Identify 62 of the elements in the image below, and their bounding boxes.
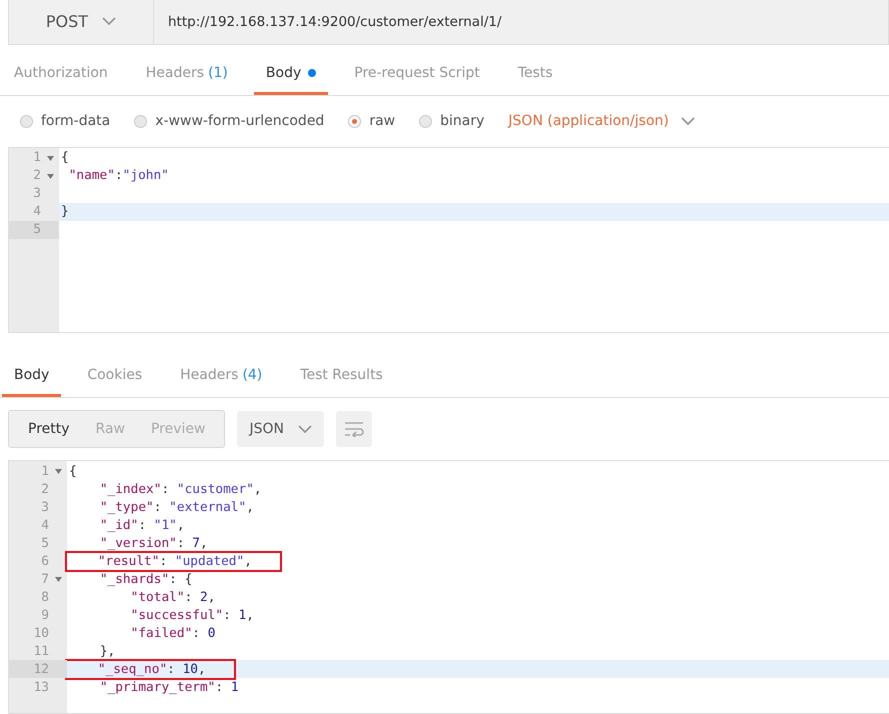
line-number: 1: [9, 148, 59, 167]
content-type-dropdown[interactable]: JSON (application/json): [508, 113, 695, 130]
line-number: 12: [9, 660, 67, 678]
radio-label: x-www-form-urlencoded: [155, 113, 324, 130]
fold-icon[interactable]: [47, 156, 54, 161]
radio-label: form-data: [41, 113, 110, 130]
wrap-button[interactable]: [336, 411, 372, 448]
radio-button[interactable]: [348, 114, 362, 128]
radio-label: raw: [369, 113, 396, 130]
line-number: 10: [32, 624, 50, 642]
radio-label: binary: [440, 113, 484, 130]
line-number: 9: [40, 606, 50, 624]
fold-icon[interactable]: [55, 577, 62, 582]
wrap-icon: [344, 421, 364, 438]
request-tab[interactable]: Headers (1): [134, 54, 240, 96]
line-number: 11: [32, 642, 50, 660]
request-tab[interactable]: Body: [254, 54, 328, 96]
response-tab[interactable]: Cookies: [75, 356, 154, 398]
response-tab[interactable]: Test Results: [288, 356, 395, 398]
code-line: "total": 2,: [130, 588, 216, 606]
fold-icon[interactable]: [55, 469, 62, 474]
view-mode-option[interactable]: Raw: [82, 421, 138, 438]
code-line: "_shards": {: [98, 570, 194, 588]
request-tab[interactable]: Authorization: [2, 54, 120, 96]
line-number: 3: [40, 498, 50, 516]
fold-icon[interactable]: [47, 174, 54, 179]
view-mode-option[interactable]: Preview: [138, 421, 218, 438]
request-tab[interactable]: Tests: [506, 54, 565, 96]
response-tab[interactable]: Body: [2, 356, 62, 398]
caret-icon: [298, 424, 312, 434]
line-number: 4: [32, 203, 42, 221]
code-line: "successful": 1,: [130, 606, 255, 624]
line-number: 6: [40, 552, 50, 570]
code-line: "_id": "1",: [98, 516, 186, 534]
line-number: 5: [40, 534, 50, 552]
line-number: 3: [32, 185, 42, 203]
line-number: 2: [40, 480, 50, 498]
request-tab[interactable]: Pre-request Script: [342, 54, 492, 96]
line-number: 13: [32, 678, 50, 696]
code-line: "_primary_term": 1: [98, 678, 240, 696]
response-tab[interactable]: Headers (4): [168, 356, 274, 398]
line-number: 7: [9, 570, 67, 588]
code-line: "_index": "customer",: [98, 480, 263, 498]
radio-button[interactable]: [134, 114, 148, 128]
line-number: 2: [9, 166, 59, 185]
format-dropdown[interactable]: JSON: [237, 411, 324, 448]
radio-button[interactable]: [419, 114, 432, 128]
code-line: "failed": 0: [130, 624, 216, 642]
caret-icon: [680, 116, 695, 126]
code-line: "_version": 7,: [98, 534, 209, 552]
code-line: },: [98, 642, 116, 660]
request-body-editor[interactable]: 1 2 3 4 5 { "name":"john" }: [8, 146, 889, 333]
code-line: {: [68, 462, 78, 480]
radio-button[interactable]: [20, 114, 33, 128]
code-line: "_type": "external",: [98, 498, 255, 516]
line-number: 1: [9, 462, 67, 480]
line-number: 4: [40, 516, 50, 534]
line-number: 5: [9, 220, 59, 239]
code-line: "name":"john": [68, 167, 170, 185]
code-line: {: [60, 149, 70, 167]
line-number: 8: [40, 588, 50, 606]
view-mode-option[interactable]: Pretty: [15, 421, 83, 438]
